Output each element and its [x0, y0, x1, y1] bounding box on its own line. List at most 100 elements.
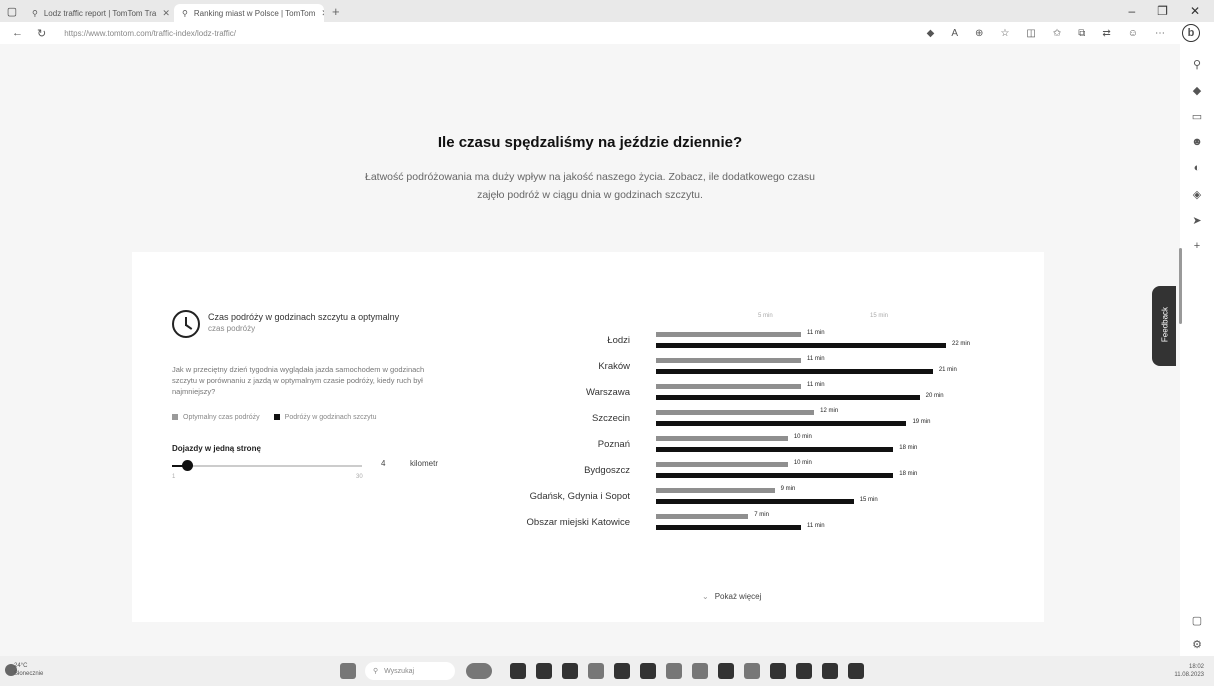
axis-label-left: 5 min	[758, 313, 773, 319]
profile-icon[interactable]: ☺	[1128, 28, 1138, 39]
label-peak: 22 min	[952, 341, 971, 347]
feedback-button[interactable]: Feedback	[1152, 286, 1176, 366]
label-optimal: 7 min	[754, 512, 769, 518]
slider-min: 1	[172, 474, 176, 480]
bar-optimal	[656, 384, 801, 389]
app-icon[interactable]	[588, 663, 604, 679]
new-tab-button[interactable]: +	[324, 4, 348, 19]
label-peak: 11 min	[807, 523, 825, 529]
windows-start-icon[interactable]	[340, 663, 356, 679]
bar-peak	[656, 421, 907, 426]
location-pin-icon: ⚲	[32, 8, 38, 18]
system-clock: 18:02 11.08.2023	[1174, 664, 1204, 678]
bar-optimal	[656, 410, 815, 415]
refresh-icon[interactable]: ↻	[37, 27, 46, 40]
city-label: Bydgoszcz	[584, 465, 630, 476]
sidebar-toggle-icon[interactable]: ▢	[1189, 614, 1205, 627]
right-sidebar: ⚲ ◆ ▭ ☻ ◐ ◈ ➤ + ▢ ⚙	[1180, 44, 1214, 656]
city-label: Łodzi	[607, 335, 630, 346]
close-window-icon[interactable]: ✕	[1190, 4, 1200, 18]
chevron-down-icon: ⌄	[702, 592, 709, 601]
briefcase-icon[interactable]: ▭	[1189, 110, 1205, 123]
add-icon[interactable]: +	[1189, 240, 1205, 252]
windows-taskbar: 24°C Słonecznie ⚲ Wyszukaj 18:02 11.08.2…	[0, 656, 1214, 686]
bar-peak	[656, 395, 920, 400]
card-subtitle: czas podróży	[208, 324, 256, 333]
label-peak: 18 min	[899, 471, 918, 477]
back-icon[interactable]: ←	[12, 27, 23, 39]
translate-icon[interactable]: ⇄	[1102, 28, 1110, 39]
chat-icon[interactable]	[536, 663, 552, 679]
card-title: Czas podróży w godzinach szczytu a optym…	[208, 312, 400, 322]
tab-actions-icon[interactable]: ▢	[0, 0, 24, 22]
restore-icon[interactable]: ❐	[1157, 4, 1168, 18]
label-peak: 20 min	[925, 393, 944, 399]
page-title: Ile czasu spędzaliśmy na jeździe dzienni…	[437, 134, 743, 151]
label-optimal: 12 min	[820, 408, 839, 414]
app-icon[interactable]	[770, 663, 786, 679]
bar-peak	[656, 499, 854, 504]
games-icon[interactable]: ◈	[1189, 188, 1205, 201]
app-icon[interactable]	[666, 663, 682, 679]
app-icon[interactable]	[692, 663, 708, 679]
app-icon[interactable]	[718, 663, 734, 679]
bar-optimal	[656, 436, 788, 441]
explorer-icon[interactable]	[562, 663, 578, 679]
weather-widget[interactable]: 24°C Słonecznie	[14, 662, 43, 678]
favorite-star-icon[interactable]: ☆	[1000, 28, 1009, 39]
label-optimal: 11 min	[807, 330, 825, 336]
bar-optimal	[656, 358, 801, 363]
commute-label: Dojazdy w jedną stronę	[172, 444, 261, 453]
office-icon[interactable]: ◐	[1189, 162, 1205, 174]
split-screen-icon[interactable]: ◫	[1026, 28, 1035, 39]
tab-lodz[interactable]: ⚲ Lodz traffic report | TomTom Tra ✕	[24, 4, 174, 22]
app-icon[interactable]	[848, 663, 864, 679]
url-field[interactable]: https://www.tomtom.com/traffic-index/lod…	[64, 29, 236, 38]
widgets-icon[interactable]	[466, 663, 492, 679]
city-label: Obszar miejski Katowice	[526, 517, 630, 528]
label-peak: 21 min	[938, 367, 957, 373]
bar-optimal	[656, 462, 788, 467]
app-icon[interactable]	[796, 663, 812, 679]
slider-thumb[interactable]	[182, 460, 193, 471]
more-menu-icon[interactable]: ⋯	[1155, 28, 1165, 39]
label-optimal: 9 min	[780, 486, 796, 492]
extension-icon[interactable]: ◆	[927, 28, 935, 39]
taskbar-search[interactable]: ⚲ Wyszukaj	[365, 662, 455, 680]
tag-icon[interactable]: ◆	[1189, 84, 1205, 97]
close-tab-icon[interactable]: ✕	[162, 8, 170, 19]
task-view-icon[interactable]	[510, 663, 526, 679]
edge-icon[interactable]	[640, 663, 656, 679]
bing-copilot-icon[interactable]: b	[1182, 24, 1200, 42]
scrollbar[interactable]	[1179, 248, 1182, 324]
bar-optimal	[656, 514, 749, 519]
card-description: Jak w przeciętny dzień tygodnia wyglądał…	[172, 365, 425, 396]
slider-value: 4	[381, 459, 386, 468]
people-icon[interactable]: ☻	[1189, 136, 1205, 148]
legend-optimal: Optymalny czas podróży	[172, 414, 260, 421]
app-icon[interactable]	[614, 663, 630, 679]
slider-max: 30	[356, 474, 363, 480]
favorites-icon[interactable]: ✩	[1053, 28, 1061, 39]
show-more-button[interactable]: ⌄ Pokaż więcej	[702, 592, 761, 601]
label-peak: 19 min	[912, 419, 931, 425]
page-content: Ile czasu spędzaliśmy na jeździe dzienni…	[0, 44, 1180, 656]
send-icon[interactable]: ➤	[1189, 214, 1205, 227]
tab-ranking[interactable]: ⚲ Ranking miast w Polsce | TomTom ✕	[174, 4, 324, 22]
legend-peak: Podróży w godzinach szczytu	[273, 414, 376, 421]
read-aloud-icon[interactable]: A	[951, 28, 958, 39]
app-icon[interactable]: ⊕	[975, 28, 983, 39]
label-optimal: 10 min	[793, 434, 812, 440]
settings-gear-icon[interactable]: ⚙	[1189, 638, 1205, 651]
slider-unit: kilometr	[410, 459, 439, 468]
search-icon[interactable]: ⚲	[1189, 58, 1205, 71]
bar-peak	[656, 369, 933, 374]
app-icon[interactable]	[822, 663, 838, 679]
label-optimal: 10 min	[793, 460, 812, 466]
collections-icon[interactable]: ⧉	[1078, 28, 1085, 39]
minimize-icon[interactable]: –	[1128, 4, 1135, 18]
app-icon[interactable]	[744, 663, 760, 679]
bar-optimal	[656, 332, 801, 337]
bar-optimal	[656, 488, 775, 493]
distance-slider[interactable]	[172, 460, 362, 471]
